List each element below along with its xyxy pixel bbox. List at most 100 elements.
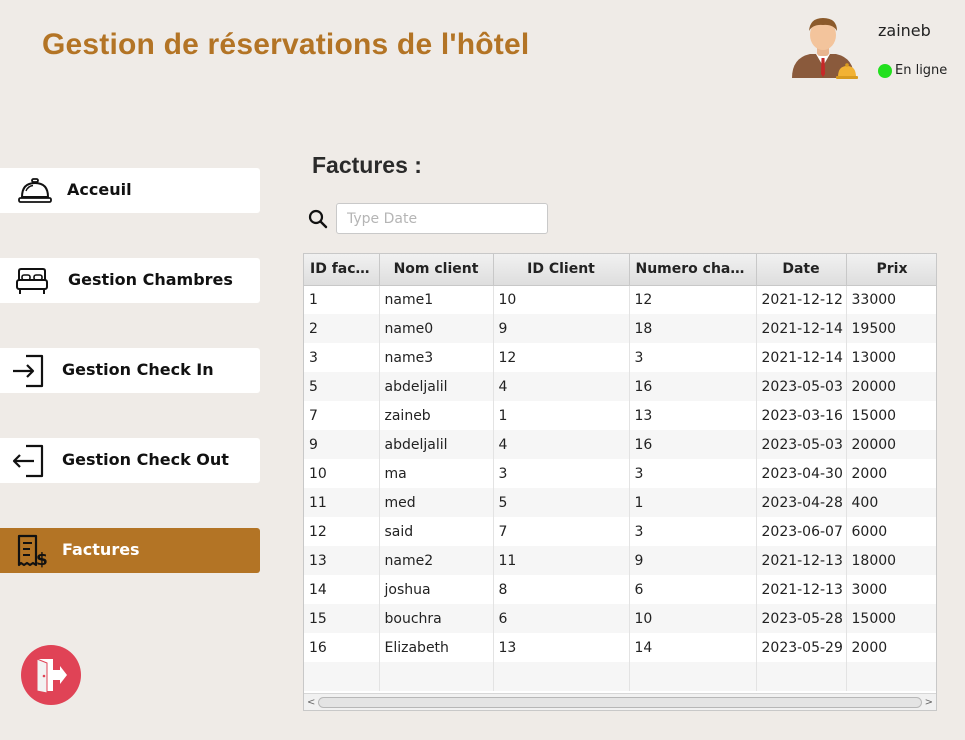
table-cell: zaineb xyxy=(379,401,494,430)
table-cell: 3 xyxy=(304,343,380,372)
user-name: zaineb xyxy=(878,21,931,40)
check-out-icon xyxy=(8,444,46,478)
table-cell: 13000 xyxy=(846,343,936,372)
sidebar-item-label: Gestion Check In xyxy=(62,360,214,379)
table-cell: 1 xyxy=(629,488,757,517)
sidebar-item-label: Gestion Check Out xyxy=(62,450,229,469)
table-cell: name3 xyxy=(379,343,494,372)
factures-table[interactable]: ID fact... Nom client ID Client Numero cham… xyxy=(303,253,937,711)
table-cell: 33000 xyxy=(846,285,936,314)
table-cell: 20000 xyxy=(846,430,936,459)
column-header[interactable]: Date xyxy=(756,254,847,286)
table-cell: 12 xyxy=(304,517,380,546)
table-cell: 400 xyxy=(846,488,936,517)
table-cell: abdeljalil xyxy=(379,430,494,459)
table-cell: Elizabeth xyxy=(379,633,494,662)
column-header[interactable]: ID fact... xyxy=(304,254,380,286)
sidebar-item-factures[interactable]: $ Factures xyxy=(0,528,260,573)
table-row[interactable]: 7 zaineb 1 13 2023-03-16 15000 xyxy=(304,401,936,430)
svg-text:$: $ xyxy=(36,550,48,569)
search-input[interactable] xyxy=(336,203,548,234)
table-cell: 1 xyxy=(304,285,380,314)
column-header[interactable]: Numero cham... xyxy=(629,254,757,286)
table-cell: 2023-04-30 xyxy=(756,459,847,488)
bed-icon xyxy=(14,264,50,298)
scroll-left-icon[interactable]: < xyxy=(307,697,315,708)
table-cell: 1 xyxy=(493,401,630,430)
empty-cell xyxy=(493,662,630,691)
search-icon xyxy=(308,209,328,229)
table-cell: 2023-05-28 xyxy=(756,604,847,633)
table-row[interactable]: 10 ma 3 3 2023-04-30 2000 xyxy=(304,459,936,488)
scroll-right-icon[interactable]: > xyxy=(925,697,933,708)
table-cell: 2021-12-12 xyxy=(756,285,847,314)
table-cell: 2000 xyxy=(846,459,936,488)
sidebar-item-acceuil[interactable]: Acceuil xyxy=(0,168,260,213)
table-row[interactable]: 1 name1 10 12 2021-12-12 33000 xyxy=(304,285,936,314)
table-cell: 7 xyxy=(493,517,630,546)
check-in-icon xyxy=(8,354,46,388)
sidebar-item-gestion-chambres[interactable]: Gestion Chambres xyxy=(0,258,260,303)
empty-cell xyxy=(629,662,757,691)
table-cell: 5 xyxy=(304,372,380,401)
cloche-icon xyxy=(16,174,54,208)
table-cell: 4 xyxy=(493,372,630,401)
table-cell: 5 xyxy=(493,488,630,517)
table-cell: 3 xyxy=(629,343,757,372)
status-dot-icon xyxy=(878,63,892,78)
table-cell: 3 xyxy=(493,459,630,488)
table-row[interactable]: 3 name3 12 3 2021-12-14 13000 xyxy=(304,343,936,372)
section-title: Factures : xyxy=(312,152,422,178)
empty-cell xyxy=(379,662,494,691)
table-cell: joshua xyxy=(379,575,494,604)
table-cell: bouchra xyxy=(379,604,494,633)
table-row[interactable]: 5 abdeljalil 4 16 2023-05-03 20000 xyxy=(304,372,936,401)
table-cell: 2023-05-29 xyxy=(756,633,847,662)
table-cell: 15 xyxy=(304,604,380,633)
table-cell: 18 xyxy=(629,314,757,343)
sidebar-item-label: Acceuil xyxy=(67,180,132,199)
table-row[interactable]: 15 bouchra 6 10 2023-05-28 15000 xyxy=(304,604,936,633)
table-cell: 15000 xyxy=(846,401,936,430)
table-cell: 16 xyxy=(304,633,380,662)
table-cell: 10 xyxy=(493,285,630,314)
table-cell: 2023-05-03 xyxy=(756,430,847,459)
app-title: Gestion de réservations de l'hôtel xyxy=(42,28,530,61)
table-cell: 18000 xyxy=(846,546,936,575)
table-cell: med xyxy=(379,488,494,517)
table-cell: 9 xyxy=(493,314,630,343)
sidebar-item-gestion-check-in[interactable]: Gestion Check In xyxy=(0,348,260,393)
table-cell: 6 xyxy=(493,604,630,633)
table-cell: 3000 xyxy=(846,575,936,604)
receptionist-avatar-icon xyxy=(792,18,858,79)
sidebar-item-gestion-check-out[interactable]: Gestion Check Out xyxy=(0,438,260,483)
table-cell: 2021-12-13 xyxy=(756,575,847,604)
column-header[interactable]: Nom client xyxy=(379,254,494,286)
column-header[interactable]: ID Client xyxy=(493,254,630,286)
table-row[interactable]: 2 name0 9 18 2021-12-14 19500 xyxy=(304,314,936,343)
table-cell: 8 xyxy=(493,575,630,604)
horizontal-scrollbar[interactable]: < > xyxy=(304,693,936,710)
table-cell: 4 xyxy=(493,430,630,459)
column-header[interactable]: Prix xyxy=(846,254,936,286)
table-row[interactable]: 11 med 5 1 2023-04-28 400 xyxy=(304,488,936,517)
table-cell: 12 xyxy=(629,285,757,314)
table-row[interactable]: 16 Elizabeth 13 14 2023-05-29 2000 xyxy=(304,633,936,662)
table-cell: abdeljalil xyxy=(379,372,494,401)
empty-cell xyxy=(756,662,847,691)
table-row[interactable]: 14 joshua 8 6 2021-12-13 3000 xyxy=(304,575,936,604)
empty-row xyxy=(304,662,936,691)
table-cell: 15000 xyxy=(846,604,936,633)
table-cell: 2023-06-07 xyxy=(756,517,847,546)
table-cell: 3 xyxy=(629,517,757,546)
logout-button[interactable] xyxy=(21,645,81,705)
table-row[interactable]: 13 name2 11 9 2021-12-13 18000 xyxy=(304,546,936,575)
table-cell: 16 xyxy=(629,430,757,459)
table-row[interactable]: 9 abdeljalil 4 16 2023-05-03 20000 xyxy=(304,430,936,459)
table-cell: 12 xyxy=(493,343,630,372)
invoice-icon: $ xyxy=(12,534,52,569)
scrollbar-thumb[interactable] xyxy=(318,697,922,708)
table-cell: 14 xyxy=(304,575,380,604)
table-cell: 11 xyxy=(493,546,630,575)
table-row[interactable]: 12 said 7 3 2023-06-07 6000 xyxy=(304,517,936,546)
